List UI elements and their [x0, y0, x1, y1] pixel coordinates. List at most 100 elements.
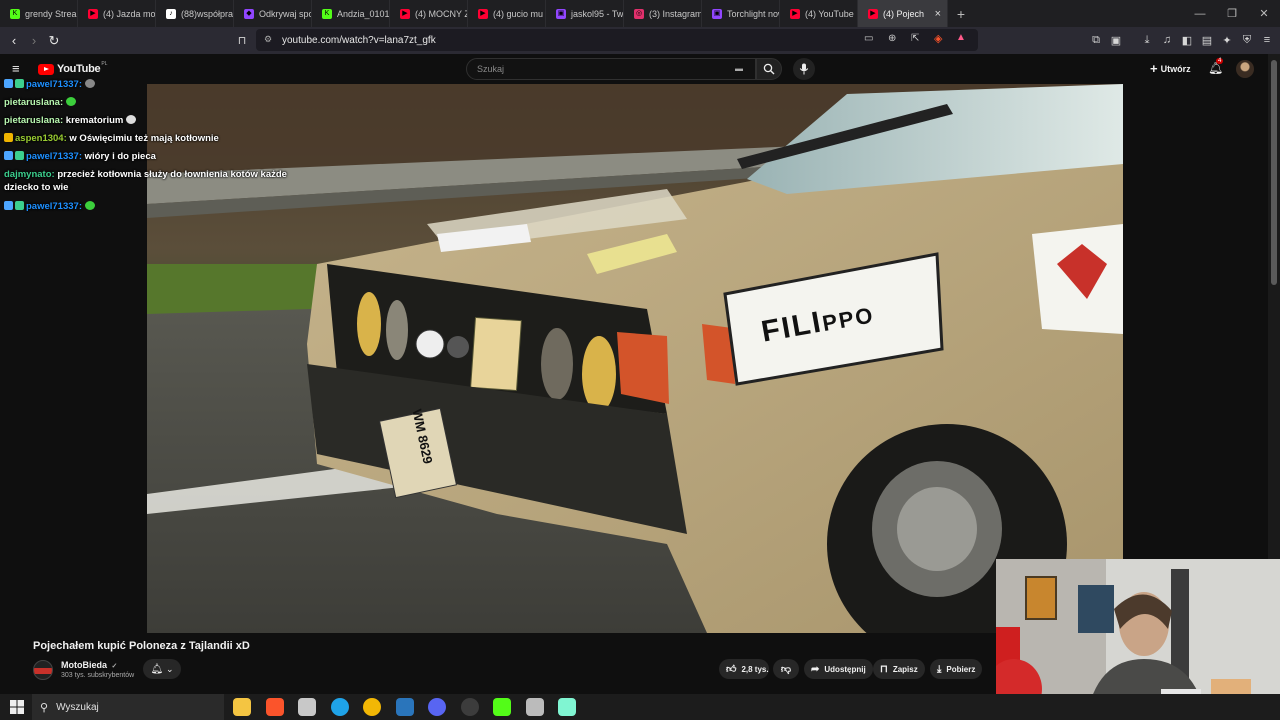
browser-tab[interactable]: ▣ jaskol95 - Twi: [546, 0, 624, 27]
tab-label: jaskol95 - Twi: [571, 8, 624, 19]
windows-logo-svg: [10, 700, 24, 714]
vpn-icon[interactable]: ⛨: [1239, 32, 1255, 48]
dislike-button[interactable]: 👎︎: [773, 659, 799, 679]
chat-username: pawel71337:: [26, 201, 82, 212]
address-bar[interactable]: ⚙ youtube.com/watch?v=lana7zt_gfk ▭ ⊕ ⇱ …: [256, 29, 978, 51]
voice-search-button[interactable]: [793, 58, 815, 80]
chat-badge-icon: [15, 79, 24, 88]
youtube-logo[interactable]: YouTube PL: [38, 61, 107, 76]
sidebar-panel-icon[interactable]: ▣: [1108, 32, 1124, 48]
discord-icon[interactable]: [428, 698, 446, 716]
save-icon: ⊓: [880, 663, 888, 675]
chat-username: pawel71337:: [26, 151, 82, 162]
search-placeholder: Szukaj: [477, 64, 505, 74]
chat-badge-icon: [15, 151, 24, 160]
browser-tab[interactable]: ◆ Odkrywaj społec: [234, 0, 312, 27]
verified-icon: ✓: [111, 663, 118, 670]
leo-ai-icon[interactable]: ✦: [1219, 32, 1235, 48]
tab-favicon-icon: ▶: [868, 8, 878, 19]
chat-username: pietaruslana:: [4, 97, 64, 108]
share-icon: ➦: [811, 663, 820, 675]
streamlabs-icon[interactable]: [558, 698, 576, 716]
chat-username: pietaruslana:: [4, 115, 64, 126]
terminal-icon[interactable]: [298, 698, 316, 716]
menu-icon[interactable]: ≡: [1259, 32, 1275, 48]
windows-taskbar: ⚲ Wyszukaj: [0, 694, 1280, 720]
reload-icon[interactable]: ↻: [44, 31, 64, 51]
media-icon[interactable]: ♫: [1159, 32, 1175, 48]
share-label: Udostępnij: [824, 664, 866, 674]
save-label: Zapisz: [892, 664, 918, 674]
browser-tab[interactable]: ▶ (4) YouTube: [780, 0, 858, 27]
browser-tab[interactable]: ♪ (88)współpraca: [156, 0, 234, 27]
file-explorer-icon[interactable]: [233, 698, 251, 716]
edge-icon[interactable]: [330, 698, 349, 716]
download-icon[interactable]: ⤓: [1139, 32, 1155, 48]
browser-tab[interactable]: K Andzia_0101 Stre: [312, 0, 390, 27]
windows-start-icon[interactable]: [10, 700, 24, 714]
share-button[interactable]: ➦ Udostępnij: [804, 659, 873, 679]
maximize-icon[interactable]: ❐: [1216, 0, 1248, 27]
keyboard-icon[interactable]: ▬: [735, 64, 743, 73]
wallet-icon[interactable]: ▤: [1199, 32, 1215, 48]
like-count: 2,8 tys.: [741, 664, 769, 674]
brave-icon[interactable]: [265, 698, 284, 716]
search-input[interactable]: Szukaj ▬: [466, 58, 756, 80]
app-icon[interactable]: [525, 698, 544, 716]
close-window-icon[interactable]: ✕: [1248, 0, 1280, 27]
like-button[interactable]: 👍︎ 2,8 tys.: [719, 659, 769, 679]
minimize-icon[interactable]: —: [1184, 0, 1216, 27]
kick-icon[interactable]: [493, 698, 511, 716]
chat-text: w Oświęcimiu też mają kotłownie: [66, 133, 219, 144]
browser-tab[interactable]: ◎ (3) Instagram: [624, 0, 702, 27]
back-icon[interactable]: ‹: [4, 31, 24, 51]
subscribed-bell-button[interactable]: 🔔︎ ⌄: [143, 659, 181, 679]
browser-tab[interactable]: Kgrendy Stream -: [0, 0, 78, 27]
bookmark-icon[interactable]: ⊓: [234, 32, 250, 48]
chat-badge-icon: [4, 201, 13, 210]
chrome-icon[interactable]: [363, 698, 381, 716]
browser-tab[interactable]: ▣ Torchlight nowy: [702, 0, 780, 27]
zoom-icon[interactable]: ⊕: [888, 33, 896, 44]
video-player[interactable]: FILIPPO WM 8629: [147, 84, 1123, 633]
chat-message: pawel71337:: [4, 78, 296, 91]
cast-icon[interactable]: ▭: [864, 33, 873, 44]
sidebar-icon[interactable]: ◧: [1179, 32, 1195, 48]
chat-emote-icon: [66, 97, 77, 106]
browser-tab[interactable]: ▶ (4) Pojech ×: [858, 0, 948, 27]
chevron-down-icon: ⌄: [166, 663, 174, 674]
tab-label: Torchlight nowy: [727, 8, 779, 19]
taskbar-search[interactable]: ⚲ Wyszukaj: [32, 694, 224, 720]
tab-favicon-icon: ♪: [166, 8, 176, 19]
microphone-icon: [799, 63, 809, 75]
channel-avatar[interactable]: [33, 660, 53, 680]
new-tab-button[interactable]: +: [948, 6, 974, 22]
browser-tab[interactable]: ▶ (4) MOCNY ZAKU: [390, 0, 468, 27]
obs-icon[interactable]: [460, 698, 479, 716]
steam-icon[interactable]: [395, 698, 414, 716]
forward-icon[interactable]: ›: [24, 31, 44, 51]
browser-tab[interactable]: ▶ (4) gucio mu tylk: [468, 0, 546, 27]
tab-label: (4) gucio mu tylk: [493, 8, 545, 19]
site-info-icon[interactable]: ⚙: [264, 34, 272, 45]
create-button[interactable]: + Utwórz: [1150, 61, 1191, 76]
thumbs-up-icon: 👍︎: [726, 664, 737, 675]
account-avatar[interactable]: [1236, 60, 1254, 78]
close-tab-icon[interactable]: ×: [935, 8, 941, 20]
tab-favicon-icon: ◎: [634, 8, 644, 19]
share-page-icon[interactable]: ⇱: [911, 33, 919, 44]
download-button[interactable]: ⤓ Pobierz: [930, 659, 983, 679]
brave-shield-icon[interactable]: ◈: [934, 32, 942, 45]
tab-label: Andzia_0101 Stre: [337, 8, 390, 19]
chat-emote-icon: [84, 79, 95, 88]
hamburger-menu-icon[interactable]: ≡: [12, 61, 20, 76]
save-button[interactable]: ⊓ Zapisz: [873, 659, 925, 679]
tab-label: (4) Pojech: [883, 8, 925, 19]
scrollbar-thumb[interactable]: [1271, 60, 1277, 285]
channel-name[interactable]: MotoBieda ✓: [61, 660, 117, 670]
extensions-icon[interactable]: ⧉: [1088, 32, 1104, 48]
search-button[interactable]: [756, 58, 782, 80]
tab-label: (4) YouTube: [805, 8, 854, 19]
browser-tab[interactable]: ▶ (4) Jazda motocy: [78, 0, 156, 27]
brave-rewards-icon[interactable]: ▲: [956, 32, 966, 43]
